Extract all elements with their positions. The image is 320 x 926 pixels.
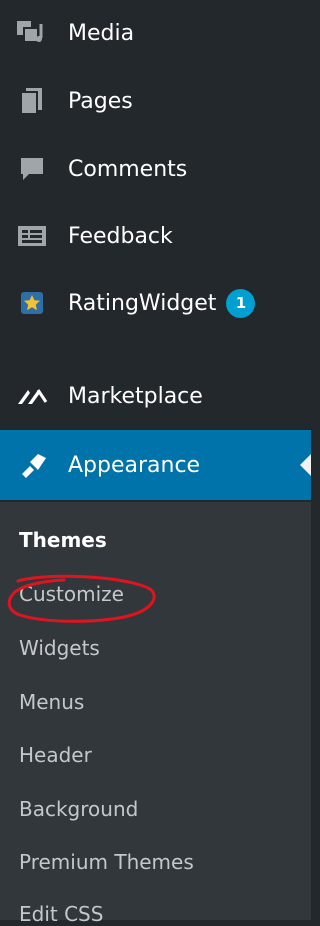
current-indicator-arrow (300, 454, 311, 476)
menu-item-appearance[interactable]: Appearance (0, 430, 311, 500)
media-icon (10, 17, 54, 49)
appearance-icon (10, 449, 54, 481)
menu-item-marketplace[interactable]: Marketplace (0, 363, 311, 429)
menu-item-marketplace-label: Marketplace (68, 383, 203, 409)
submenu-item-menus[interactable]: Menus (19, 690, 84, 714)
update-count-badge: 1 (226, 288, 256, 318)
marketplace-icon (10, 380, 54, 412)
menu-item-ratingwidget-label: RatingWidget (68, 290, 217, 316)
submenu-item-edit-css[interactable]: Edit CSS (19, 902, 103, 926)
submenu-item-widgets[interactable]: Widgets (19, 636, 100, 660)
menu-item-feedback[interactable]: Feedback (0, 203, 311, 269)
submenu-item-background[interactable]: Background (19, 797, 138, 821)
menu-item-media-label: Media (68, 20, 135, 46)
pages-icon (10, 85, 54, 117)
menu-item-ratingwidget[interactable]: RatingWidget 1 (0, 270, 311, 336)
rating-widget-icon (10, 287, 54, 319)
menu-item-comments-label: Comments (68, 156, 188, 182)
feedback-icon (10, 220, 54, 252)
comments-icon (10, 153, 54, 185)
menu-item-media[interactable]: Media (0, 0, 311, 66)
submenu-item-premium-themes[interactable]: Premium Themes (19, 850, 194, 874)
admin-sidebar: Media Pages Comments Feedback RatingWidg… (0, 0, 311, 926)
menu-item-pages-label: Pages (68, 88, 133, 114)
menu-item-pages[interactable]: Pages (0, 68, 311, 134)
submenu-item-themes[interactable]: Themes (19, 528, 107, 552)
menu-item-appearance-label: Appearance (68, 452, 201, 478)
menu-item-comments[interactable]: Comments (0, 136, 311, 202)
annotation-circle (7, 574, 156, 623)
submenu-item-header[interactable]: Header (19, 743, 92, 767)
menu-item-feedback-label: Feedback (68, 223, 173, 249)
